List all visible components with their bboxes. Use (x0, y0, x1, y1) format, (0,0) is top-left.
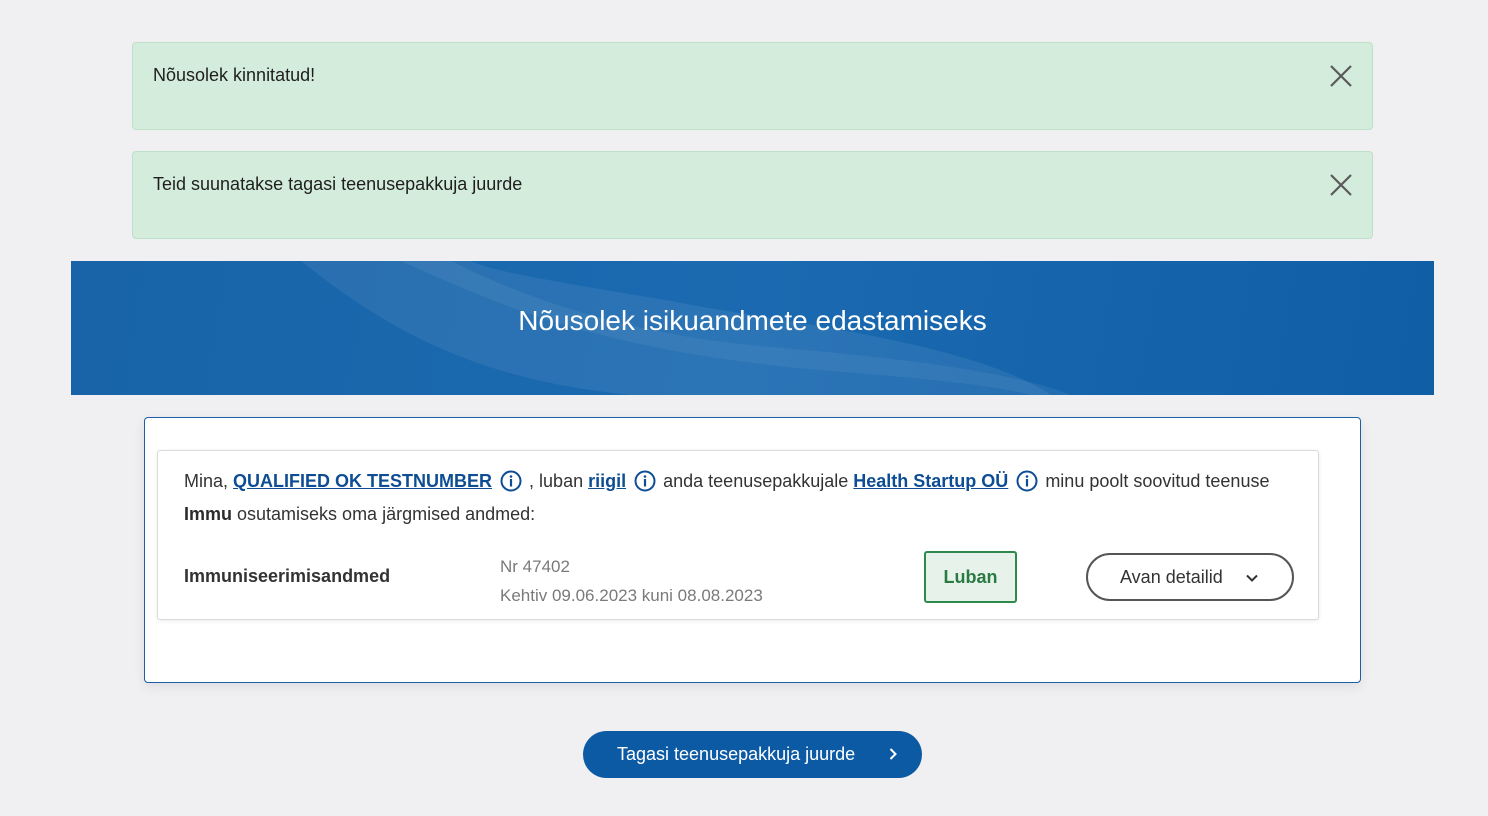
back-to-provider-button[interactable]: Tagasi teenusepakkuja juurde (583, 731, 922, 778)
open-details-button[interactable]: Avan detailid (1086, 553, 1294, 601)
data-item-validity: Kehtiv 09.06.2023 kuni 08.08.2023 (500, 586, 763, 605)
close-icon[interactable] (1328, 63, 1354, 89)
close-icon[interactable] (1328, 172, 1354, 198)
consent-card: Mina, QUALIFIED OK TESTNUMBER , luban ri… (157, 450, 1319, 620)
consent-panel: Mina, QUALIFIED OK TESTNUMBER , luban ri… (144, 417, 1361, 683)
alert-text: Nõusolek kinnitatud! (153, 65, 316, 85)
consent-text-1: , luban (524, 471, 589, 491)
service-name: Immu (184, 504, 233, 524)
consent-text-4: osutamiseks oma järgmised andmed: (232, 504, 536, 524)
alert-consent-confirmed: Nõusolek kinnitatud! (132, 42, 1373, 130)
open-details-label: Avan detailid (1120, 567, 1223, 587)
info-icon[interactable] (1016, 470, 1038, 492)
info-icon[interactable] (500, 470, 522, 492)
consent-text-3: minu poolt soovitud teenuse (1040, 471, 1270, 491)
recipient-link[interactable]: riigil (588, 471, 626, 491)
data-item-number: Nr 47402 (500, 557, 570, 576)
consent-statement: Mina, QUALIFIED OK TESTNUMBER , luban ri… (184, 465, 1304, 531)
page-title: Nõusolek isikuandmete edastamiseks (518, 305, 987, 336)
chevron-right-icon (889, 748, 897, 760)
data-item-meta: Nr 47402 Kehtiv 09.06.2023 kuni 08.08.20… (500, 552, 763, 610)
chevron-down-icon (1246, 574, 1258, 582)
allow-status-badge[interactable]: Luban (924, 551, 1017, 603)
alert-redirect-notice: Teid suunatakse tagasi teenusepakkuja ju… (132, 151, 1373, 239)
person-link[interactable]: QUALIFIED OK TESTNUMBER (233, 471, 492, 491)
data-item-name: Immuniseerimisandmed (184, 566, 391, 586)
page-banner: Nõusolek isikuandmete edastamiseks (71, 261, 1434, 395)
consent-text-prefix: Mina, (184, 471, 234, 491)
provider-link[interactable]: Health Startup OÜ (853, 471, 1008, 491)
info-icon[interactable] (634, 470, 656, 492)
alert-text: Teid suunatakse tagasi teenusepakkuja ju… (153, 174, 523, 194)
consent-text-2: anda teenusepakkujale (658, 471, 854, 491)
back-to-provider-label: Tagasi teenusepakkuja juurde (617, 744, 856, 764)
